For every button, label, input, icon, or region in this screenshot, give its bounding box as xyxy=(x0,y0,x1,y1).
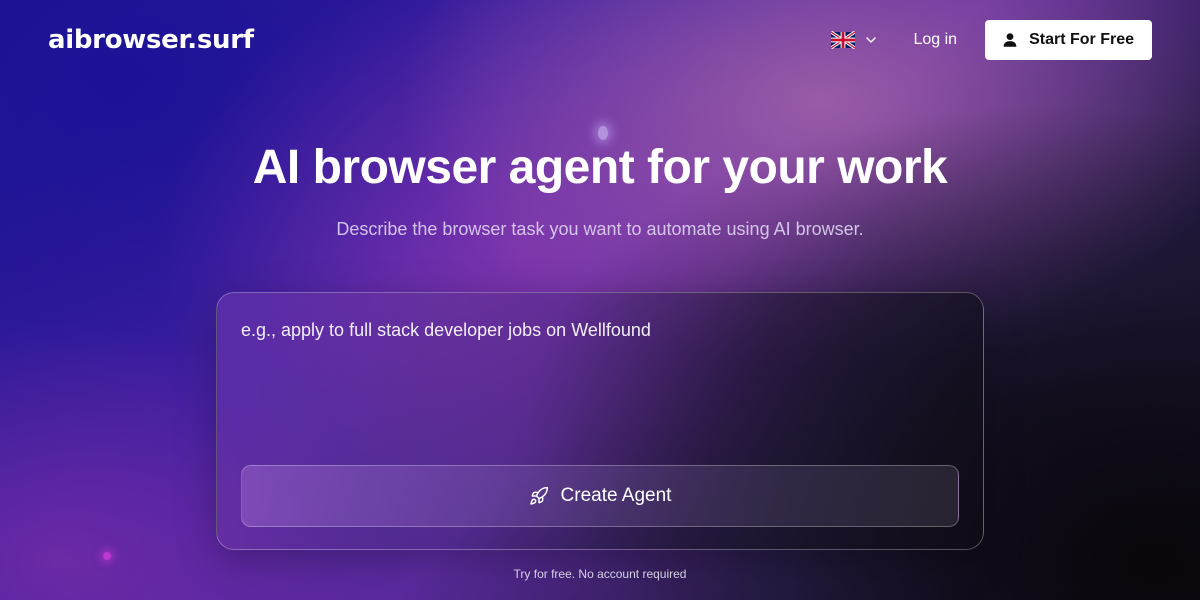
free-trial-note: Try for free. No account required xyxy=(513,567,687,581)
glow-dot-decoration xyxy=(598,126,608,140)
rocket-icon xyxy=(529,486,548,505)
language-selector[interactable] xyxy=(831,31,877,49)
login-link[interactable]: Log in xyxy=(913,31,957,49)
create-agent-label: Create Agent xyxy=(560,485,672,506)
start-for-free-button[interactable]: Start For Free xyxy=(985,20,1152,60)
task-description-input[interactable] xyxy=(241,317,961,457)
glow-dot-decoration-small xyxy=(103,552,111,560)
user-icon xyxy=(1003,33,1017,47)
task-card: Create Agent xyxy=(216,292,984,550)
hero-title: AI browser agent for your work xyxy=(252,141,948,194)
start-for-free-label: Start For Free xyxy=(1029,31,1134,48)
hero-subtitle: Describe the browser task you want to au… xyxy=(336,219,864,239)
chevron-down-icon xyxy=(866,37,877,43)
top-header: aibrowser.surf Log in Start For Free xyxy=(0,0,1200,80)
uk-flag-icon xyxy=(831,31,856,49)
create-agent-button[interactable]: Create Agent xyxy=(241,465,959,527)
site-logo[interactable]: aibrowser.surf xyxy=(48,25,254,55)
header-nav: Log in Start For Free xyxy=(831,20,1152,60)
